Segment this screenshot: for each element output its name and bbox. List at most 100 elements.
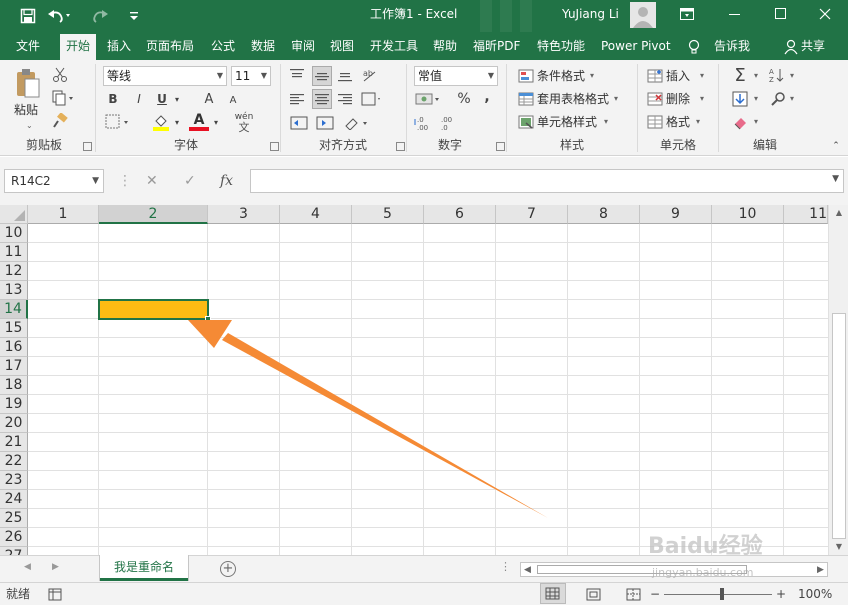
column-header[interactable]: 7 [496, 205, 568, 224]
tab-review[interactable]: 审阅 [291, 32, 315, 60]
conditional-format-icon[interactable] [517, 67, 535, 85]
alignment-launcher-icon[interactable] [396, 142, 405, 151]
number-format-select[interactable]: 常值 ▼ [414, 66, 498, 86]
row-header[interactable]: 10 [0, 224, 28, 243]
vertical-scrollbar[interactable]: ▲ ▼ [828, 205, 848, 555]
redo-icon[interactable] [84, 0, 114, 32]
orientation-icon[interactable]: ab [360, 66, 382, 84]
row-header[interactable]: 21 [0, 433, 28, 452]
column-header[interactable]: 5 [352, 205, 424, 224]
font-color-dropdown-icon[interactable]: ▾ [211, 112, 221, 132]
insert-cells-icon[interactable] [646, 67, 664, 85]
tab-formulas[interactable]: 公式 [211, 32, 235, 60]
share-button[interactable]: 共享 [801, 32, 825, 60]
format-as-table-icon[interactable] [517, 90, 535, 108]
scroll-right-icon[interactable]: ▶ [817, 565, 824, 575]
paste-dropdown-icon[interactable]: ⌄ [26, 118, 33, 134]
delete-cells-button[interactable]: 删除 [666, 91, 690, 107]
merge-center-icon[interactable] [342, 114, 372, 132]
tell-me-search[interactable]: 告诉我 [714, 32, 750, 60]
paste-icon[interactable] [12, 66, 44, 102]
align-top-icon[interactable] [288, 66, 306, 84]
scroll-down-icon[interactable]: ▼ [829, 539, 848, 555]
row-header[interactable]: 26 [0, 528, 28, 547]
user-name[interactable]: YuJiang Li [562, 0, 619, 32]
normal-view-icon[interactable] [540, 583, 566, 604]
number-launcher-icon[interactable] [496, 142, 505, 151]
font-size-select[interactable]: 11 ▼ [231, 66, 271, 86]
prev-sheet-icon[interactable]: ◀ [24, 562, 31, 572]
cell-styles-icon[interactable] [517, 113, 535, 131]
column-header[interactable]: 4 [280, 205, 352, 224]
shrink-font-button[interactable]: A [225, 91, 241, 109]
tab-view[interactable]: 视图 [330, 32, 354, 60]
maximize-icon[interactable] [758, 0, 804, 28]
row-header[interactable]: 18 [0, 376, 28, 395]
cut-icon[interactable] [50, 66, 70, 84]
tab-developer[interactable]: 开发工具 [370, 32, 418, 60]
tab-foxit-pdf[interactable]: 福昕PDF [473, 32, 520, 60]
select-all-corner[interactable] [0, 205, 28, 224]
column-header[interactable]: 10 [712, 205, 784, 224]
row-header[interactable]: 27 [0, 547, 28, 555]
format-cells-button[interactable]: 格式 [666, 114, 690, 130]
fill-dropdown-icon[interactable]: ▾ [172, 112, 182, 132]
column-header[interactable]: 11 [784, 205, 828, 224]
scroll-up-icon[interactable]: ▲ [829, 205, 848, 221]
increase-decimal-icon[interactable]: .0.00 [414, 114, 436, 132]
align-bottom-icon[interactable] [336, 66, 354, 84]
fill-down-icon[interactable] [730, 89, 750, 109]
column-header[interactable]: 3 [208, 205, 280, 224]
row-header[interactable]: 13 [0, 281, 28, 300]
font-launcher-icon[interactable] [270, 142, 279, 151]
sort-filter-icon[interactable]: AZ [768, 66, 788, 84]
customize-icon[interactable] [124, 0, 144, 32]
format-cells-icon[interactable] [646, 113, 664, 131]
row-header-selected[interactable]: 14 [0, 300, 28, 319]
formula-input[interactable]: ▼ [250, 169, 844, 193]
font-name-select[interactable]: 等线 ▼ [103, 66, 227, 86]
tab-help[interactable]: 帮助 [433, 32, 457, 60]
tab-special[interactable]: 特色功能 [537, 32, 585, 60]
vertical-scroll-thumb[interactable] [832, 313, 846, 539]
chevron-down-icon[interactable]: ▼ [832, 174, 839, 184]
macro-record-icon[interactable] [48, 583, 64, 605]
row-header[interactable]: 22 [0, 452, 28, 471]
name-box[interactable]: R14C2 ▼ [4, 169, 104, 193]
underline-button[interactable]: U [153, 90, 171, 108]
percent-button[interactable]: % [454, 90, 474, 108]
ribbon-options-icon[interactable] [664, 0, 710, 28]
save-icon[interactable] [14, 0, 42, 32]
insert-cells-button[interactable]: 插入 [666, 68, 690, 84]
underline-dropdown-icon[interactable]: ▾ [172, 90, 182, 108]
column-header[interactable]: 9 [640, 205, 712, 224]
tab-power-pivot[interactable]: Power Pivot [601, 32, 671, 60]
clear-icon[interactable] [730, 112, 750, 132]
undo-icon[interactable] [44, 0, 74, 32]
insert-function-button[interactable]: fx [220, 169, 233, 193]
row-header[interactable]: 23 [0, 471, 28, 490]
zoom-slider-track[interactable] [664, 594, 772, 595]
format-painter-icon[interactable] [50, 112, 70, 130]
zoom-out-button[interactable]: − [650, 583, 660, 605]
column-header[interactable]: 6 [424, 205, 496, 224]
page-break-view-icon[interactable] [626, 583, 642, 605]
row-header[interactable]: 16 [0, 338, 28, 357]
collapse-ribbon-icon[interactable]: ⌃ [828, 140, 844, 152]
column-header[interactable]: 8 [568, 205, 640, 224]
row-header[interactable]: 20 [0, 414, 28, 433]
tab-data[interactable]: 数据 [251, 32, 275, 60]
tab-home[interactable]: 开始 [60, 34, 97, 60]
column-header-selected[interactable]: 2 [99, 205, 208, 224]
align-right-icon[interactable] [336, 90, 354, 108]
borders-icon[interactable] [104, 112, 134, 132]
fill-handle[interactable] [205, 316, 211, 322]
worksheet-grid[interactable]: 1 2 3 4 5 6 7 8 9 10 11 10 11 12 13 14 1… [0, 205, 848, 555]
cancel-button[interactable]: ✕ [146, 169, 158, 193]
conditional-format-button[interactable]: 条件格式 [537, 68, 585, 84]
sheet-tab-active[interactable]: 我是重命名 [100, 555, 188, 581]
clipboard-launcher-icon[interactable] [83, 142, 92, 151]
avatar[interactable] [630, 2, 656, 28]
add-sheet-button[interactable]: + [220, 561, 236, 577]
decrease-indent-icon[interactable] [288, 114, 310, 132]
